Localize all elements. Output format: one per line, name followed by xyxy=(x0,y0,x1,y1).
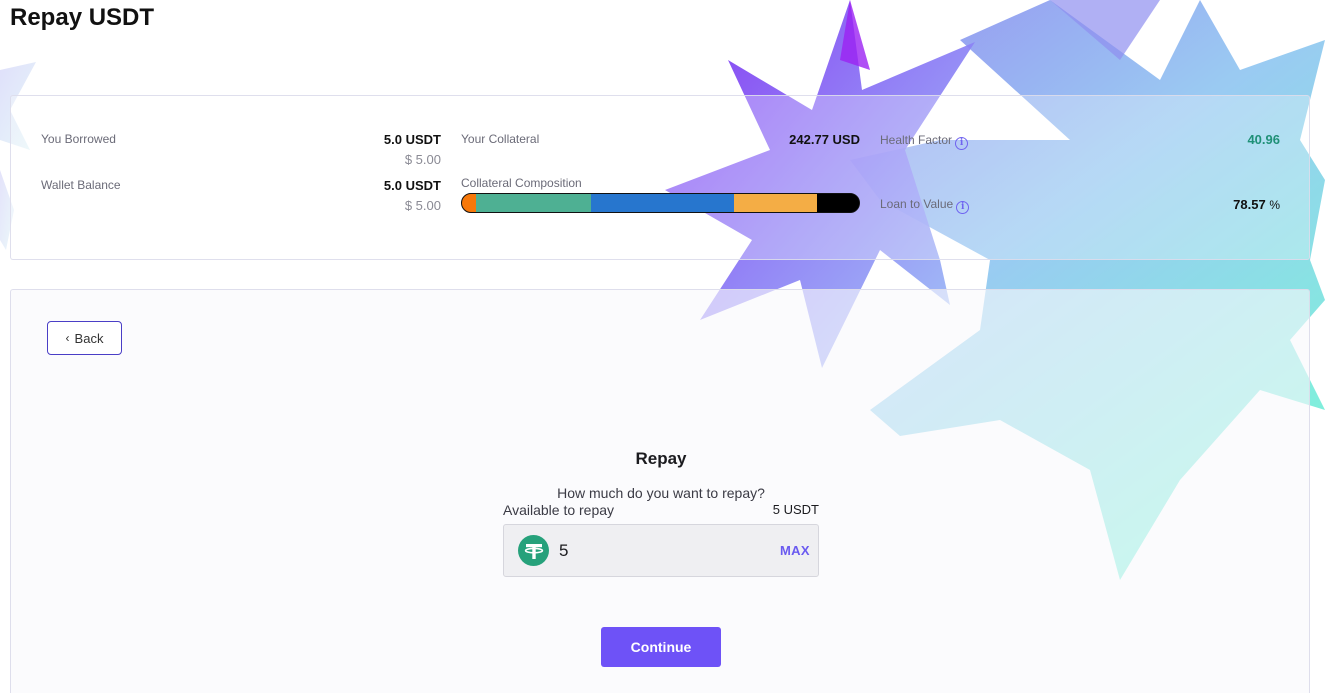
info-icon[interactable]: i xyxy=(956,200,970,214)
you-borrowed-usd: $ 5.00 xyxy=(404,152,441,167)
loan-to-value-number: 78.57 xyxy=(1233,197,1266,212)
composition-segment xyxy=(591,194,734,212)
loan-to-value-unit: % xyxy=(1269,198,1280,212)
loan-to-value-label-wrap: Loan to Value i xyxy=(880,197,970,214)
composition-segment xyxy=(462,194,476,212)
you-borrowed-label: You Borrowed xyxy=(41,132,116,146)
health-factor-label-wrap: Health Factor i xyxy=(880,133,969,150)
info-icon[interactable]: i xyxy=(955,136,969,150)
collateral-composition-bar xyxy=(461,193,860,213)
wallet-balance-value: 5.0 USDT xyxy=(383,178,441,193)
repay-panel: ‹ Back Repay How much do you want to rep… xyxy=(10,289,1310,693)
health-factor-label: Health Factor xyxy=(880,133,953,147)
loan-to-value-value: 78.57 % xyxy=(1161,197,1280,212)
tether-icon xyxy=(518,535,549,566)
back-button-label: Back xyxy=(74,330,104,346)
your-collateral-label: Your Collateral xyxy=(461,132,540,146)
chevron-left-icon: ‹ xyxy=(65,331,70,345)
composition-segment xyxy=(475,194,592,212)
repay-amount-input[interactable] xyxy=(559,540,780,561)
repay-title: Repay xyxy=(635,449,687,468)
page-title: Repay USDT xyxy=(10,4,155,31)
repay-amount-field: MAX xyxy=(503,524,819,577)
max-button[interactable]: MAX xyxy=(780,543,810,558)
continue-button[interactable]: Continue xyxy=(601,627,721,667)
collateral-composition-label: Collateral Composition xyxy=(461,176,582,190)
you-borrowed-value: 5.0 USDT xyxy=(383,132,441,147)
composition-segment xyxy=(817,194,859,212)
back-button[interactable]: ‹ Back xyxy=(47,321,122,355)
your-collateral-value: 242.77 USD xyxy=(789,132,860,147)
composition-segment xyxy=(733,194,818,212)
available-to-repay-value: 5 USDT xyxy=(772,502,819,517)
repay-question: How much do you want to repay? xyxy=(557,485,765,501)
loan-stats-panel: You Borrowed 5.0 USDT $ 5.00 Wallet Bala… xyxy=(10,95,1310,260)
wallet-balance-usd: $ 5.00 xyxy=(404,198,441,213)
loan-to-value-label: Loan to Value xyxy=(880,197,954,211)
available-to-repay-label: Available to repay xyxy=(503,502,615,518)
wallet-balance-label: Wallet Balance xyxy=(41,178,121,192)
health-factor-value: 40.96 xyxy=(1247,132,1280,147)
